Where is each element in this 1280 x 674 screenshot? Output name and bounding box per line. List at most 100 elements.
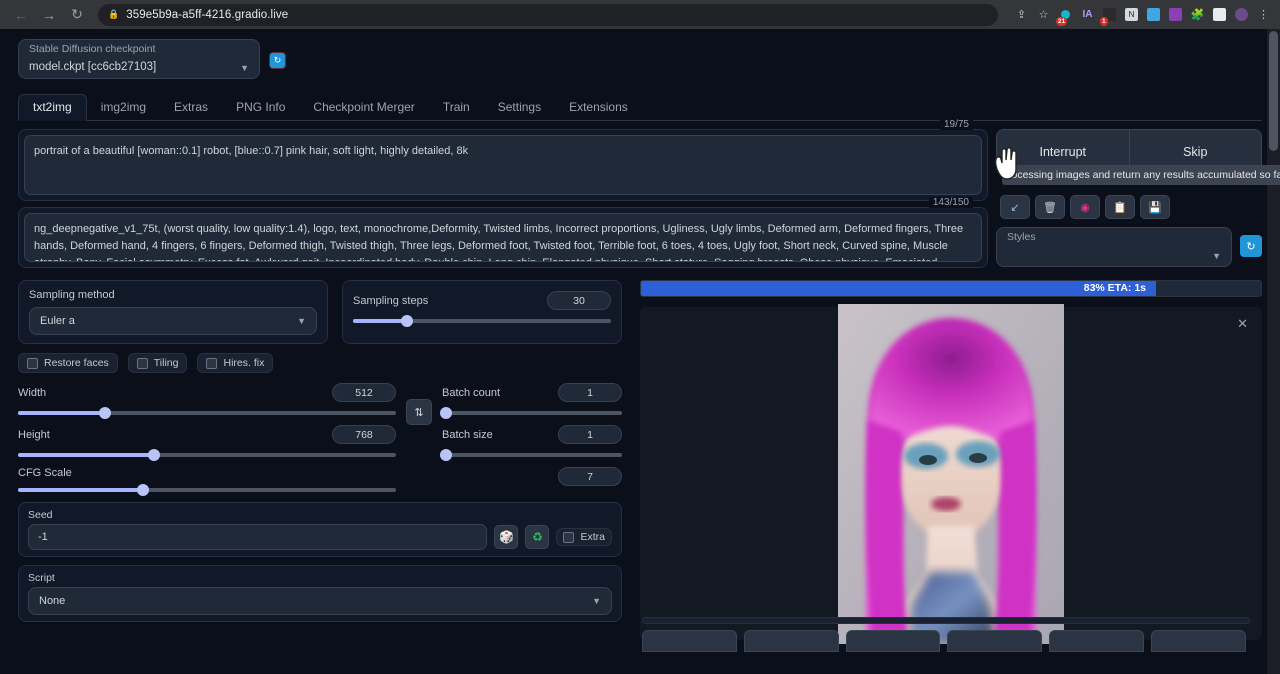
image-extension-icon[interactable] — [1145, 6, 1162, 23]
checkpoint-dropdown[interactable]: Stable Diffusion checkpoint model.ckpt [… — [18, 39, 260, 79]
extra-seed-label: Extra — [580, 531, 605, 543]
zip-button[interactable] — [744, 630, 839, 652]
swap-wrap: ⇅ — [406, 381, 432, 492]
grammar-extension-icon[interactable]: 21 — [1057, 6, 1074, 23]
feature-checkboxes: Restore faces Tiling Hires. fix — [18, 353, 622, 373]
prompt-tool-buttons: ↙ 🗑 ◉ 📋 💾 — [996, 195, 1262, 219]
share-icon[interactable]: ⇪ — [1013, 6, 1030, 23]
extra-networks-icon[interactable]: ◉ — [1070, 195, 1100, 219]
tab-extensions[interactable]: Extensions — [555, 95, 642, 120]
sampling-method-dropdown[interactable]: Euler a ▼ — [29, 307, 317, 335]
seed-input[interactable]: -1 — [28, 524, 487, 550]
checkbox-icon[interactable] — [27, 358, 38, 369]
tab-train[interactable]: Train — [429, 95, 484, 120]
swap-dimensions-icon[interactable]: ⇅ — [406, 399, 432, 425]
notion-extension-icon[interactable]: N — [1123, 6, 1140, 23]
browser-extension-icons: ⇪ ☆ 21 IA 1 N 🧩 ⋮ — [1013, 6, 1272, 23]
height-track[interactable] — [18, 453, 396, 457]
send-to-img2img-button[interactable] — [846, 630, 941, 652]
tab-extras[interactable]: Extras — [160, 95, 222, 120]
apply-style-clipboard-icon[interactable]: 📋 — [1105, 195, 1135, 219]
batch-size-value[interactable]: 1 — [558, 425, 622, 444]
gallery-thumbnail-strip[interactable] — [642, 617, 1250, 624]
generation-progress-bar: 83% ETA: 1s — [640, 280, 1262, 297]
dice-icon[interactable]: 🎲 — [494, 525, 518, 549]
styles-refresh-icon[interactable]: ↻ — [1240, 235, 1262, 257]
page-scrollbar[interactable] — [1267, 29, 1280, 674]
batch-count-slider[interactable]: Batch count 1 — [442, 381, 622, 415]
generated-image[interactable] — [838, 304, 1064, 644]
output-column: 83% ETA: 1s ✕ — [640, 280, 1262, 640]
forward-arrow-icon[interactable]: → — [36, 2, 62, 28]
sampling-steps-track[interactable] — [353, 319, 611, 323]
width-value[interactable]: 512 — [332, 383, 396, 402]
kebab-menu-icon[interactable]: ⋮ — [1255, 6, 1272, 23]
recycle-icon[interactable]: ♻ — [525, 525, 549, 549]
batch-count-track[interactable] — [442, 411, 622, 415]
height-value[interactable]: 768 — [332, 425, 396, 444]
styles-dropdown[interactable]: Styles ▼ — [996, 227, 1232, 267]
checkpoint-value: model.ckpt [cc6cb27103] — [29, 61, 156, 73]
width-slider[interactable]: Width 512 — [18, 381, 396, 415]
sampling-method-value: Euler a — [40, 315, 75, 327]
video-extension-icon[interactable]: 1 — [1101, 6, 1118, 23]
save-style-icon[interactable]: 💾 — [1140, 195, 1170, 219]
cfg-scale-slider[interactable]: CFG Scale — [18, 465, 396, 492]
restore-progress-icon[interactable]: ↙ — [1000, 195, 1030, 219]
seed-label: Seed — [28, 509, 612, 521]
reader-extension-icon[interactable] — [1167, 6, 1184, 23]
reload-icon[interactable]: ↻ — [64, 2, 90, 28]
clear-prompt-trash-icon[interactable]: 🗑 — [1035, 195, 1065, 219]
tab-txt2img[interactable]: txt2img — [18, 94, 87, 121]
hires-fix-checkbox[interactable]: Hires. fix — [197, 353, 273, 373]
back-arrow-icon[interactable]: ← — [8, 2, 34, 28]
restore-faces-checkbox[interactable]: Restore faces — [18, 353, 118, 373]
save-button[interactable] — [642, 630, 737, 652]
width-track[interactable] — [18, 411, 396, 415]
checkpoint-label: Stable Diffusion checkpoint — [29, 43, 155, 55]
close-icon[interactable]: ✕ — [1237, 316, 1248, 332]
batch-count-value[interactable]: 1 — [558, 383, 622, 402]
more-options-button[interactable] — [1151, 630, 1246, 652]
scrollbar-thumb[interactable] — [1269, 31, 1278, 151]
refresh-icon[interactable]: ↻ — [270, 53, 285, 68]
chevron-down-icon: ▼ — [592, 596, 601, 606]
tiling-label: Tiling — [154, 357, 179, 369]
tab-img2img[interactable]: img2img — [87, 95, 160, 120]
send-to-inpaint-button[interactable] — [947, 630, 1042, 652]
tab-checkpoint-merger[interactable]: Checkpoint Merger — [299, 95, 428, 120]
batch-size-track[interactable] — [442, 453, 622, 457]
panel-extension-icon[interactable] — [1211, 6, 1228, 23]
cfg-scale-value-block[interactable]: 7 — [442, 465, 622, 486]
positive-prompt-wrapper: 19/75 portrait of a beautiful [woman::0.… — [18, 129, 988, 201]
web-page: Stable Diffusion checkpoint model.ckpt [… — [0, 29, 1280, 674]
tab-settings[interactable]: Settings — [484, 95, 555, 120]
send-to-extras-button[interactable] — [1049, 630, 1144, 652]
checkbox-icon[interactable] — [137, 358, 148, 369]
script-label: Script — [28, 572, 612, 584]
cfg-scale-label: CFG Scale — [18, 467, 72, 479]
hires-fix-label: Hires. fix — [223, 357, 264, 369]
checkbox-icon[interactable] — [563, 532, 574, 543]
browser-toolbar: ← → ↻ 🔒 359e5b9a-a5ff-4216.gradio.live ⇪… — [0, 0, 1280, 29]
checkbox-icon[interactable] — [206, 358, 217, 369]
styles-label: Styles — [1007, 231, 1036, 243]
profile-avatar-icon[interactable] — [1233, 6, 1250, 23]
cfg-scale-track[interactable] — [18, 488, 396, 492]
ia-extension-icon[interactable]: IA — [1079, 6, 1096, 23]
tiling-checkbox[interactable]: Tiling — [128, 353, 188, 373]
sampling-steps-value[interactable]: 30 — [547, 291, 611, 310]
chevron-down-icon: ▼ — [1212, 251, 1221, 261]
extra-seed-checkbox[interactable]: Extra — [556, 528, 612, 546]
tab-png-info[interactable]: PNG Info — [222, 95, 299, 120]
height-slider[interactable]: Height 768 — [18, 423, 396, 457]
sampling-steps-slider[interactable]: Sampling steps 30 — [353, 289, 611, 323]
puzzle-extension-icon[interactable]: 🧩 — [1189, 6, 1206, 23]
batch-size-slider[interactable]: Batch size 1 — [442, 423, 622, 457]
negative-prompt-input[interactable]: ng_deepnegative_v1_75t, (worst quality, … — [24, 213, 982, 262]
address-bar[interactable]: 🔒 359e5b9a-a5ff-4216.gradio.live — [98, 4, 998, 26]
script-dropdown[interactable]: None ▼ — [28, 587, 612, 615]
cfg-scale-value[interactable]: 7 — [558, 467, 622, 486]
positive-prompt-input[interactable]: portrait of a beautiful [woman::0.1] rob… — [24, 135, 982, 195]
star-icon[interactable]: ☆ — [1035, 6, 1052, 23]
